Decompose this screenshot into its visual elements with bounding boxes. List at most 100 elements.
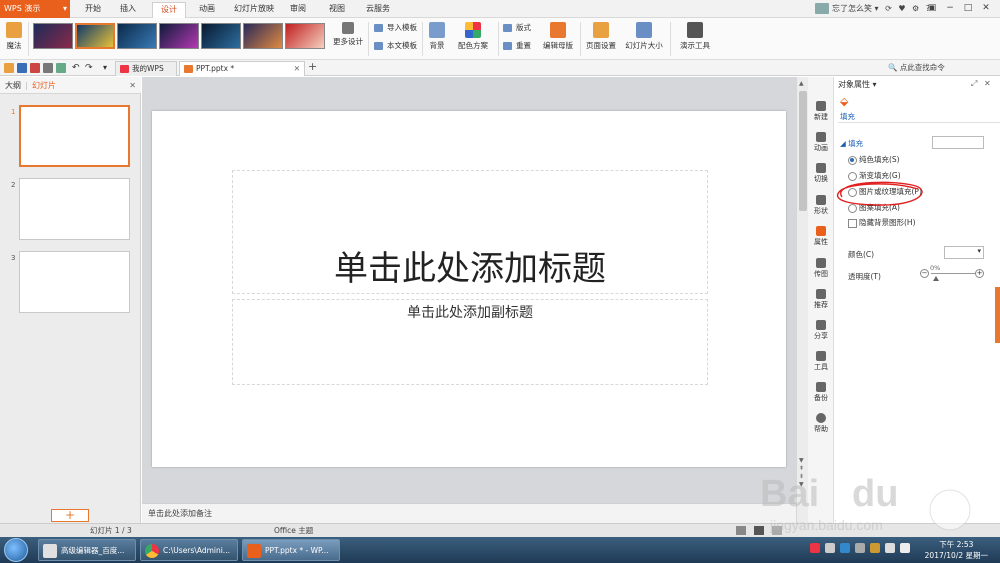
- sidebar-item-help[interactable]: 帮助: [808, 413, 834, 434]
- tray-app-icon[interactable]: [870, 543, 880, 553]
- sidebar-item-backup[interactable]: 备份: [808, 382, 834, 403]
- magic-button[interactable]: 魔法: [4, 22, 24, 51]
- tray-app-icon[interactable]: [825, 543, 835, 553]
- tab-cloud[interactable]: 云服务: [360, 2, 396, 18]
- slide-size-button[interactable]: 幻灯片大小: [621, 22, 667, 51]
- fill-preview-box[interactable]: [932, 136, 984, 149]
- decrease-icon[interactable]: −: [920, 269, 929, 278]
- import-template-button[interactable]: 导入模板: [374, 22, 417, 34]
- sync-icon[interactable]: ⟳: [885, 4, 892, 13]
- maximize-icon[interactable]: □: [961, 2, 975, 15]
- slide[interactable]: 单击此处添加标题 单击此处添加副标题: [152, 111, 786, 467]
- more-design-button[interactable]: 更多设计: [331, 22, 365, 47]
- design-thumb-2[interactable]: [75, 23, 115, 49]
- undo-icon[interactable]: ↶: [72, 63, 82, 73]
- tab-insert[interactable]: 插入: [113, 2, 143, 18]
- panel-title[interactable]: 对象属性 ▾: [838, 79, 877, 90]
- tab-slides[interactable]: 幻灯片: [32, 77, 56, 94]
- presentation-tools-button[interactable]: 演示工具: [675, 22, 715, 51]
- app-menu-button[interactable]: WPS 演示 ▾: [0, 0, 70, 18]
- solid-fill-radio[interactable]: 纯色填充(S): [848, 155, 900, 165]
- close-icon[interactable]: ✕: [294, 62, 300, 76]
- tab-animation[interactable]: 动画: [192, 2, 222, 18]
- network-icon[interactable]: [885, 543, 895, 553]
- minimize-icon[interactable]: −: [943, 2, 957, 15]
- sidebar-item-animation[interactable]: 动画: [808, 132, 834, 153]
- taskbar-item-editor[interactable]: 高级编辑器_百度...: [38, 539, 136, 561]
- transparency-slider[interactable]: [931, 273, 975, 274]
- close-icon[interactable]: ✕: [129, 77, 136, 94]
- sidebar-item-properties[interactable]: 属性: [808, 226, 834, 247]
- title-placeholder[interactable]: 单击此处添加标题: [232, 170, 708, 294]
- sidebar-item-recommend[interactable]: 推荐: [808, 289, 834, 310]
- tab-home[interactable]: 开始: [78, 2, 108, 18]
- doc-tab-ppt[interactable]: PPT.pptx * ✕: [179, 61, 305, 76]
- skin-icon[interactable]: ♥: [898, 4, 905, 13]
- tray-app-icon[interactable]: [810, 543, 820, 553]
- tab-design[interactable]: 设计: [152, 2, 186, 18]
- color-scheme-button[interactable]: 配色方案: [453, 22, 493, 51]
- search-commands[interactable]: 🔍 点此查找命令: [888, 62, 945, 73]
- fill-bucket-icon[interactable]: ⬙: [840, 95, 856, 109]
- add-slide-button[interactable]: +: [51, 509, 89, 522]
- scroll-thumb[interactable]: [799, 91, 807, 211]
- collapse-icon[interactable]: ⤢: [971, 79, 977, 89]
- panel-resize-handle[interactable]: [995, 287, 1000, 343]
- sidebar-item-share[interactable]: 分享: [808, 320, 834, 341]
- taskbar-item-ppt[interactable]: PPT.pptx * - WP...: [242, 539, 340, 561]
- chevron-down-icon[interactable]: ▾: [103, 63, 113, 73]
- start-button[interactable]: [4, 538, 28, 562]
- increase-icon[interactable]: +: [975, 269, 984, 278]
- sidebar-item-new[interactable]: 新建: [808, 101, 834, 122]
- user-area[interactable]: 忘了怎么笑 ▾ ⟳ ♥ ⚙ ?: [815, 2, 930, 16]
- slide-thumbnail-3[interactable]: [19, 251, 130, 313]
- clock[interactable]: 下午 2:53 2017/10/2 星期一: [925, 539, 988, 561]
- design-thumb-1[interactable]: [33, 23, 73, 49]
- doc-tab-mywps[interactable]: 我的WPS: [115, 61, 177, 76]
- notes-pane[interactable]: 单击此处添加备注: [142, 503, 796, 523]
- tray-app-icon[interactable]: [855, 543, 865, 553]
- layout-button[interactable]: 版式: [503, 22, 531, 34]
- vertical-scrollbar[interactable]: ▲ ▼ ⇞ ⇟ ▼: [796, 77, 808, 523]
- slide-thumbnail-1[interactable]: [19, 105, 130, 167]
- save-icon[interactable]: [17, 63, 27, 73]
- print-icon[interactable]: [43, 63, 53, 73]
- hide-background-graphics-checkbox[interactable]: 隐藏背景图形(H): [848, 218, 916, 228]
- reset-button[interactable]: 重置: [503, 40, 531, 52]
- subtitle-placeholder[interactable]: 单击此处添加副标题: [232, 299, 708, 385]
- export-pdf-icon[interactable]: [30, 63, 40, 73]
- normal-view-icon[interactable]: [736, 526, 746, 535]
- close-icon[interactable]: ✕: [984, 79, 991, 88]
- background-button[interactable]: 背景: [425, 22, 449, 51]
- slide-thumbnail-2[interactable]: [19, 178, 130, 240]
- sidebar-item-tools[interactable]: 工具: [808, 351, 834, 372]
- restore-tabs-icon[interactable]: ▣: [925, 2, 939, 15]
- slider-thumb[interactable]: [933, 276, 939, 281]
- tab-review[interactable]: 审阅: [283, 2, 313, 18]
- volume-icon[interactable]: [900, 543, 910, 553]
- fill-section-header[interactable]: ◢ 填充: [840, 138, 863, 149]
- design-thumb-3[interactable]: [117, 23, 157, 49]
- tab-outline[interactable]: 大纲: [5, 77, 21, 94]
- scroll-up-icon[interactable]: ▲: [799, 80, 804, 87]
- open-icon[interactable]: [4, 63, 14, 73]
- this-template-button[interactable]: 本文模板: [374, 40, 417, 52]
- new-tab-icon[interactable]: +: [308, 60, 317, 73]
- design-thumb-4[interactable]: [159, 23, 199, 49]
- reading-view-icon[interactable]: [772, 526, 782, 535]
- close-icon[interactable]: ✕: [979, 2, 993, 15]
- design-thumb-7[interactable]: [285, 23, 325, 49]
- redo-icon[interactable]: ↷: [85, 63, 95, 73]
- settings-icon[interactable]: ⚙: [912, 4, 919, 13]
- design-thumb-6[interactable]: [243, 23, 283, 49]
- tab-fill[interactable]: 填充: [840, 111, 855, 122]
- slide-sorter-icon[interactable]: [754, 526, 764, 535]
- page-setup-button[interactable]: 页面设置: [583, 22, 619, 51]
- scroll-page-icons[interactable]: ▼ ⇞ ⇟ ▼: [799, 457, 804, 489]
- taskbar-item-explorer[interactable]: C:\Users\Admini...: [140, 539, 238, 561]
- sidebar-item-upload-image[interactable]: 传图: [808, 258, 834, 279]
- preview-icon[interactable]: [56, 63, 66, 73]
- tab-slideshow[interactable]: 幻灯片放映: [230, 2, 278, 18]
- edit-master-button[interactable]: 编辑母版: [540, 22, 576, 51]
- design-thumb-5[interactable]: [201, 23, 241, 49]
